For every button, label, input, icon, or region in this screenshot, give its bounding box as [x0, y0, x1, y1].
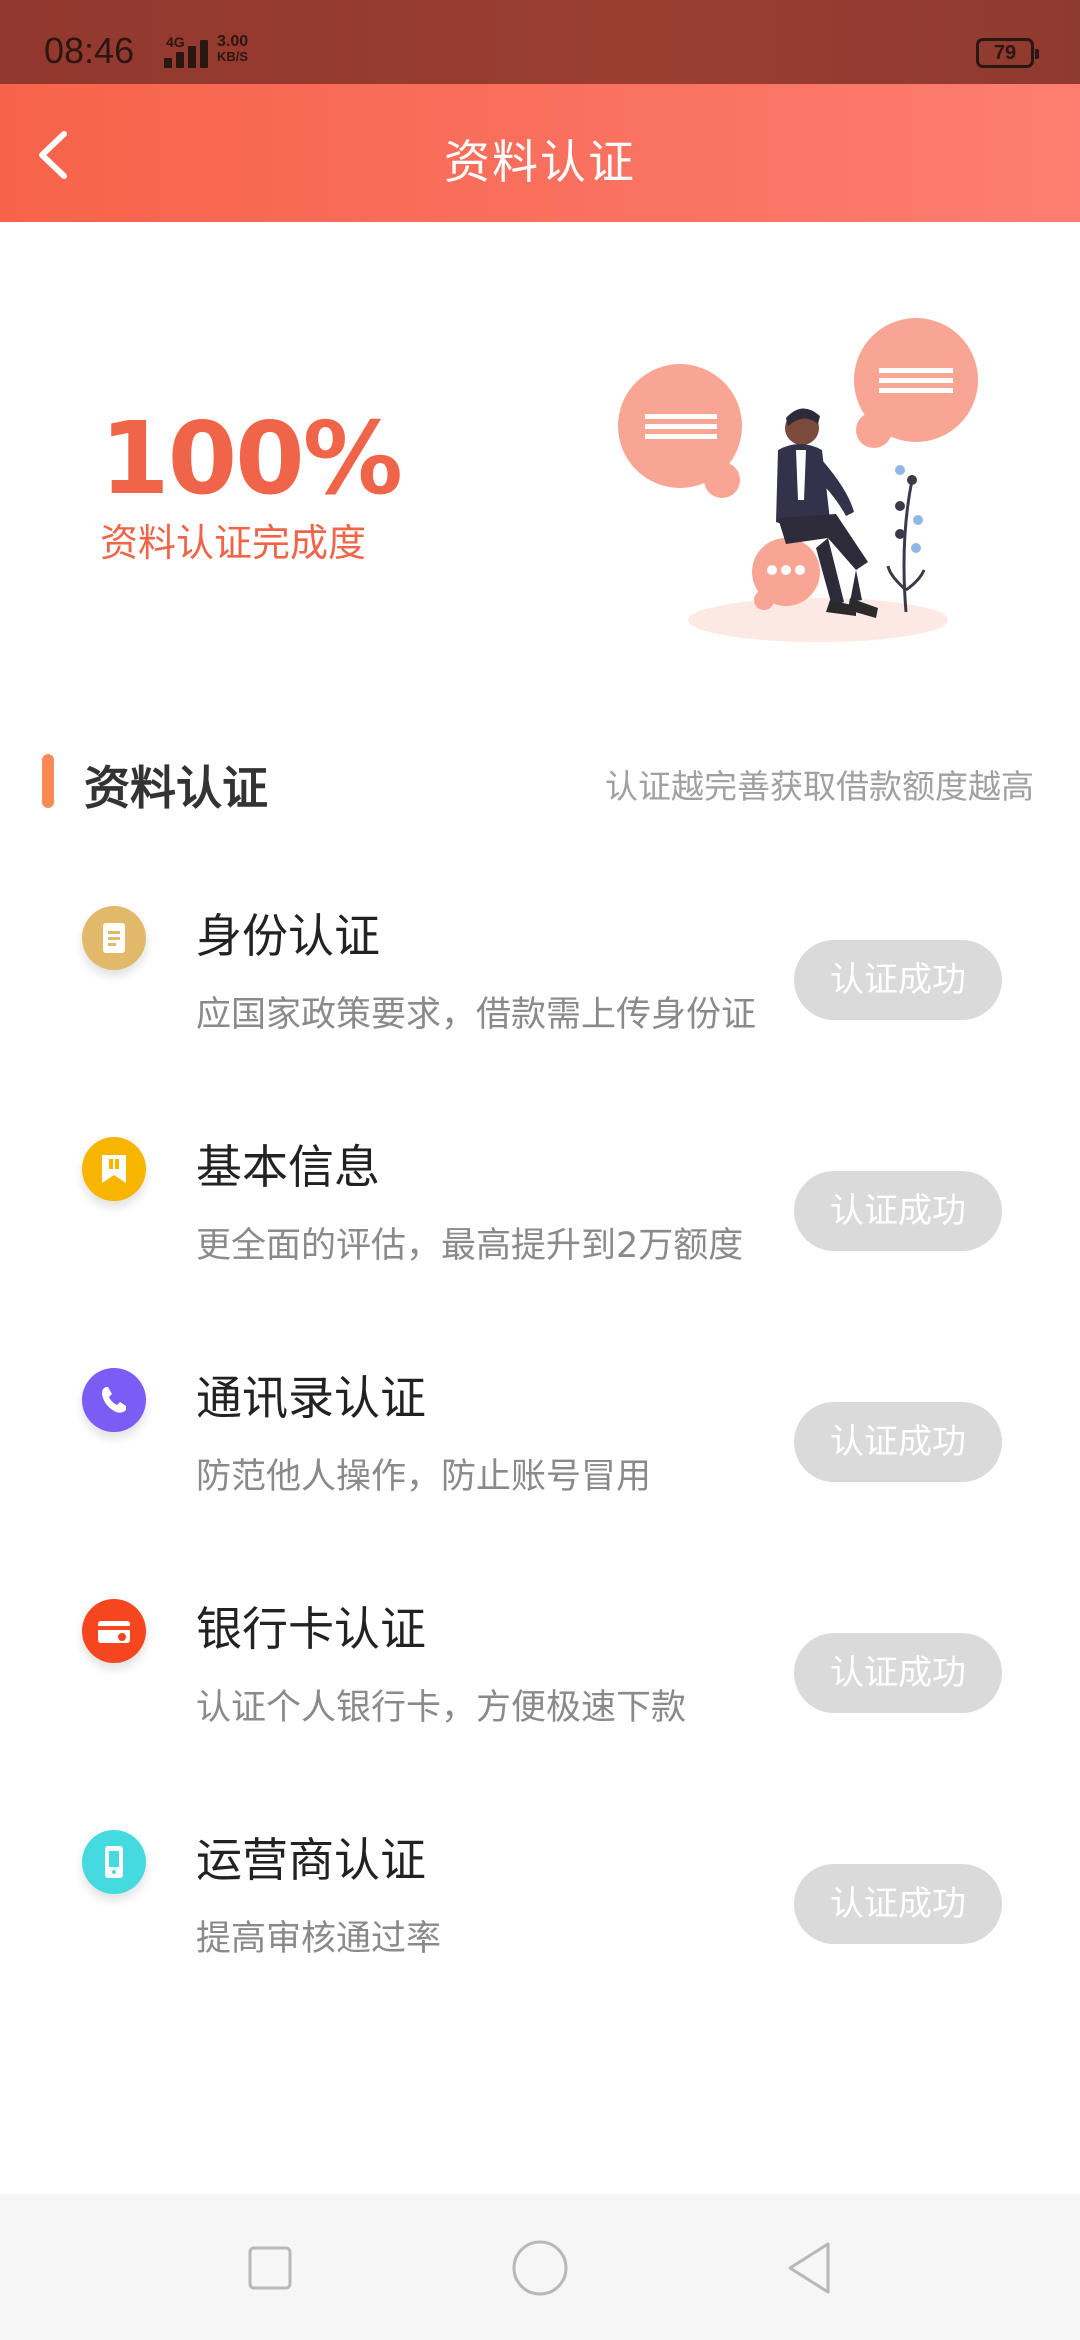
list-item-basic-info[interactable]: 基本信息 更全面的评估，最高提升到2万额度 认证成功 [0, 1103, 1080, 1323]
verification-status-button[interactable]: 认证成功 [794, 1633, 1002, 1713]
completion-label: 资料认证完成度 [100, 521, 367, 565]
verification-status-button[interactable]: 认证成功 [794, 1402, 1002, 1482]
status-time: 08:46 [44, 30, 135, 71]
list-item-id-verification[interactable]: 身份认证 应国家政策要求，借款需上传身份证 认证成功 [0, 872, 1080, 1092]
verification-status-button[interactable]: 认证成功 [794, 940, 1002, 1020]
item-description: 应国家政策要求，借款需上传身份证 [196, 995, 757, 1035]
status-bar: 08:46 4G 3.00 KB/S 79 [0, 0, 1080, 84]
section-subtitle: 认证越完善获取借款额度越高 [605, 767, 1034, 806]
bookmark-icon [82, 1137, 146, 1201]
section-title: 资料认证 [84, 761, 268, 815]
item-description: 更全面的评估，最高提升到2万额度 [196, 1226, 744, 1266]
network-speed: 3.00 KB/S [217, 34, 248, 64]
mobile-icon [82, 1830, 146, 1894]
item-title: 运营商认证 [196, 1833, 426, 1887]
system-navigation-bar [0, 2194, 1080, 2340]
id-card-icon [82, 906, 146, 970]
list-item-carrier[interactable]: 运营商认证 提高审核通过率 认证成功 [0, 1796, 1080, 2016]
person-with-chat-bubbles-illustration [618, 318, 978, 642]
page-title: 资料认证 [444, 135, 636, 189]
item-description: 提高审核通过率 [196, 1919, 442, 1959]
item-title: 身份认证 [196, 909, 380, 963]
app-header: 资料认证 [0, 84, 1080, 222]
list-item-contacts[interactable]: 通讯录认证 防范他人操作，防止账号冒用 认证成功 [0, 1334, 1080, 1554]
item-title: 银行卡认证 [196, 1602, 426, 1656]
item-description: 认证个人银行卡，方便极速下款 [196, 1688, 687, 1728]
battery-icon: 79 [976, 38, 1039, 68]
square-icon[interactable] [240, 2238, 300, 2298]
network-speed-unit: KB/S [217, 49, 249, 64]
circle-icon[interactable] [510, 2238, 570, 2298]
item-description: 防范他人操作，防止账号冒用 [196, 1457, 652, 1497]
network-speed-value: 3.00 [217, 33, 249, 50]
item-title: 通讯录认证 [196, 1371, 426, 1425]
network-type: 4G [166, 34, 185, 50]
bank-card-icon [82, 1599, 146, 1663]
completion-percent: 100% [100, 400, 403, 517]
verification-status-button[interactable]: 认证成功 [794, 1864, 1002, 1944]
verification-status-button[interactable]: 认证成功 [794, 1171, 1002, 1251]
triangle-back-icon[interactable] [780, 2238, 840, 2298]
section-accent-bar [42, 754, 54, 808]
list-item-bank-card[interactable]: 银行卡认证 认证个人银行卡，方便极速下款 认证成功 [0, 1565, 1080, 1785]
phone-icon [82, 1368, 146, 1432]
battery-level: 79 [993, 42, 1017, 64]
item-title: 基本信息 [196, 1140, 380, 1194]
